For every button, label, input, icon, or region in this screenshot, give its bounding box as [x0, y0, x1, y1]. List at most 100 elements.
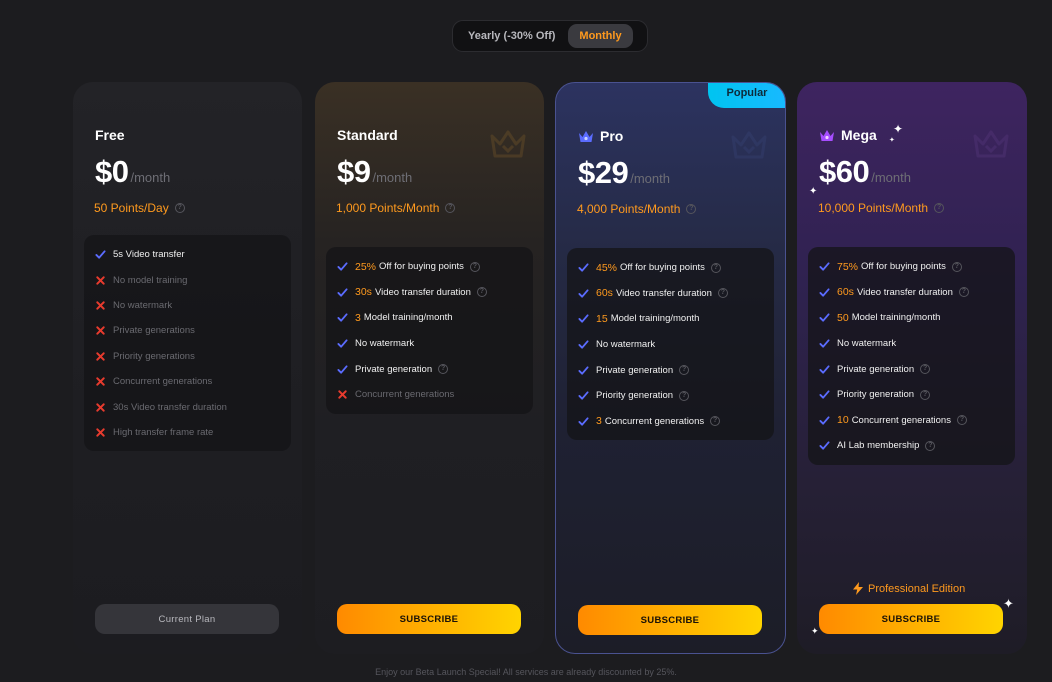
plan-card-standard: Standard $9 /month 1,000 Points/Month ? …: [315, 82, 544, 654]
feature-text: Off for buying points: [379, 261, 464, 273]
check-icon: [578, 289, 589, 298]
plan-name-text: Pro: [600, 128, 624, 144]
feature-highlight: 60s: [837, 286, 854, 299]
plan-name-text: Standard: [337, 127, 398, 143]
plan-name-text: Free: [95, 127, 125, 143]
points-allowance: 50 Points/Day ?: [94, 201, 185, 215]
points-text: 50 Points/Day: [94, 201, 169, 215]
crown-icon: [820, 129, 834, 141]
feature-text: AI Lab membership: [837, 440, 920, 452]
cross-icon: [96, 377, 105, 386]
crown-watermark-icon: [731, 131, 767, 159]
help-icon[interactable]: ?: [710, 262, 721, 273]
monthly-option[interactable]: Monthly: [568, 24, 633, 48]
plan-name: Mega: [819, 127, 877, 143]
help-icon[interactable]: ?: [951, 261, 962, 272]
check-icon: [337, 313, 348, 323]
feature-text: Video transfer duration: [856, 286, 953, 298]
check-icon: [337, 339, 348, 348]
plan-name: Free: [95, 127, 125, 143]
help-icon[interactable]: ?: [469, 261, 480, 272]
check-icon: [819, 339, 830, 348]
price-row: $29 /month: [578, 155, 670, 191]
help-icon[interactable]: ?: [174, 203, 185, 213]
check-icon: [819, 416, 830, 425]
subscribe-button-standard[interactable]: SUBSCRIBE: [337, 604, 521, 634]
check-icon: [578, 366, 589, 375]
feature-text: No watermark: [113, 299, 173, 311]
points-allowance: 4,000 Points/Month ?: [577, 202, 697, 216]
feature-text: No watermark: [355, 338, 415, 350]
help-icon[interactable]: ?: [925, 440, 936, 451]
cross-icon: [96, 428, 105, 437]
help-icon[interactable]: ?: [679, 365, 690, 376]
feature-item: 45% Off for buying points?: [567, 255, 774, 281]
feature-text: 5s Video transfer: [113, 249, 185, 261]
check-icon: [337, 262, 348, 271]
period: /month: [372, 170, 413, 185]
feature-item: No watermark: [567, 332, 774, 358]
feature-text: High transfer frame rate: [113, 426, 214, 438]
footer-note: Enjoy our Beta Launch Special! All servi…: [375, 667, 677, 677]
sparkle-icon: ✦: [1003, 596, 1014, 611]
feature-list: 5s Video transfer No model training No wat…: [84, 235, 291, 452]
points-text: 10,000 Points/Month: [818, 201, 929, 215]
feature-item: 10 Concurrent generations?: [808, 408, 1015, 434]
feature-text: Private generation: [355, 363, 433, 375]
feature-text: No model training: [113, 274, 188, 286]
feature-text: Video transfer duration: [615, 287, 712, 299]
feature-item: No model training: [84, 267, 291, 292]
yearly-option[interactable]: Yearly (-30% Off): [457, 24, 566, 48]
help-icon[interactable]: ?: [710, 416, 721, 427]
feature-item: 75% Off for buying points?: [808, 254, 1015, 280]
points-text: 1,000 Points/Month: [336, 201, 440, 215]
feature-text: No watermark: [596, 339, 656, 351]
help-icon[interactable]: ?: [445, 203, 456, 213]
cross-icon: [338, 390, 347, 399]
help-icon[interactable]: ?: [958, 287, 969, 298]
feature-highlight: 60s: [596, 287, 613, 300]
check-icon: [578, 417, 589, 426]
feature-text: Model training/month: [363, 312, 453, 324]
help-icon[interactable]: ?: [686, 204, 697, 214]
feature-text: Off for buying points: [861, 261, 946, 273]
feature-text: No watermark: [837, 338, 897, 350]
help-icon[interactable]: ?: [956, 415, 967, 426]
plan-name: Pro: [578, 128, 623, 144]
sparkle-icon: ✦: [811, 626, 819, 636]
help-icon[interactable]: ?: [679, 390, 690, 401]
subscribe-button-pro[interactable]: SUBSCRIBE: [578, 605, 762, 635]
feature-highlight: 45%: [596, 261, 618, 274]
feature-highlight: 30s: [355, 286, 372, 299]
help-icon[interactable]: ?: [920, 364, 931, 375]
feature-item: 30s Video transfer duration?: [326, 280, 533, 306]
feature-item: 60s Video transfer duration?: [808, 280, 1015, 306]
price: $0: [95, 154, 129, 189]
period: /month: [871, 170, 911, 185]
feature-text: Off for buying points: [620, 262, 705, 274]
help-icon[interactable]: ?: [920, 389, 931, 400]
price-row: $9 /month: [337, 154, 412, 190]
price: $29: [578, 155, 629, 190]
professional-edition-label: Professional Edition: [853, 582, 965, 595]
help-icon[interactable]: ?: [438, 364, 449, 375]
feature-text: Concurrent generations: [851, 414, 951, 426]
feature-item: 5s Video transfer: [84, 242, 291, 267]
current-plan-button[interactable]: Current Plan: [95, 604, 279, 634]
feature-list: 45% Off for buying points? 60s Video transf…: [567, 248, 774, 441]
help-icon[interactable]: ?: [476, 287, 487, 298]
subscribe-button-mega[interactable]: SUBSCRIBE: [819, 604, 1003, 634]
feature-text: Priority generations: [113, 350, 195, 362]
check-icon: [578, 391, 589, 400]
check-icon: [337, 288, 348, 297]
cross-icon: [96, 402, 105, 412]
feature-text: Model training/month: [851, 312, 941, 324]
pricing-page: Yearly (-30% Off) Monthly Free $0 /month…: [0, 0, 1052, 682]
crown-watermark-icon: [973, 130, 1009, 158]
feature-item: 3 Model training/month: [326, 305, 533, 331]
check-icon: [578, 263, 589, 272]
check-icon: [578, 340, 589, 349]
help-icon[interactable]: ?: [934, 203, 945, 213]
help-icon[interactable]: ?: [717, 288, 728, 299]
check-icon: [819, 262, 830, 271]
